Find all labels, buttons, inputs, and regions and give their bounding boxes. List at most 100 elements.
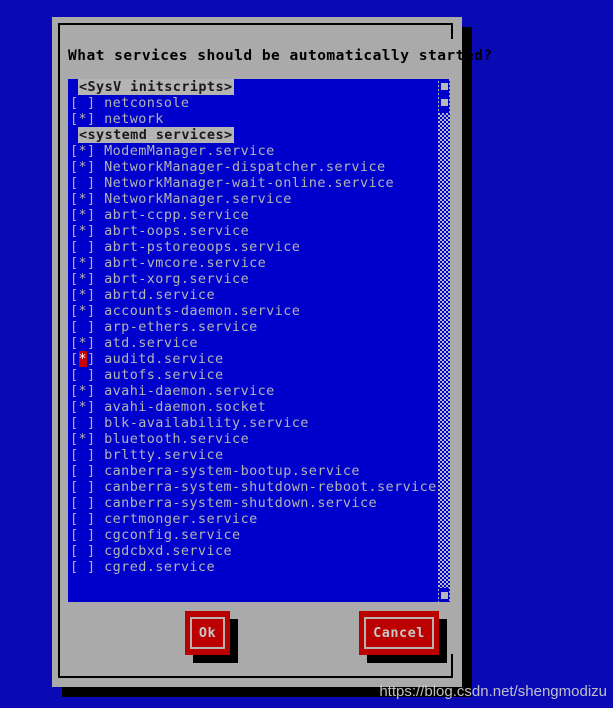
service-list-item[interactable]: [ ] cgdcbxd.service [70, 543, 436, 559]
checkbox-unchecked-icon[interactable]: [ ] [70, 415, 104, 431]
service-list-item[interactable]: [*] avahi-daemon.socket [70, 399, 436, 415]
service-list-item[interactable]: [ ] netconsole [70, 95, 436, 111]
service-name: canberra-system-shutdown-reboot.service [104, 479, 437, 495]
service-list-item[interactable]: [ ] arp-ethers.service [70, 319, 436, 335]
service-list-item[interactable]: [*] NetworkManager.service [70, 191, 436, 207]
service-name: network [104, 111, 164, 127]
checkbox-unchecked-icon[interactable]: [ ] [70, 511, 104, 527]
service-list-item[interactable]: [*] abrtd.service [70, 287, 436, 303]
service-list-item[interactable]: [*] abrt-xorg.service [70, 271, 436, 287]
service-name: NetworkManager-dispatcher.service [104, 159, 386, 175]
checkbox-checked-icon[interactable]: [*] [70, 351, 104, 367]
service-list-item[interactable]: [ ] canberra-system-shutdown.service [70, 495, 436, 511]
scrollbar-down-marker-icon [441, 592, 448, 599]
service-list-item[interactable]: [ ] abrt-pstoreoops.service [70, 239, 436, 255]
service-list-item[interactable]: [ ] cgconfig.service [70, 527, 436, 543]
checkbox-checked-icon[interactable]: [*] [70, 303, 104, 319]
listbox-scrollbar[interactable] [438, 79, 450, 602]
service-list-item[interactable]: [ ] canberra-system-shutdown-reboot.serv… [70, 479, 436, 495]
checkbox-unchecked-icon[interactable]: [ ] [70, 239, 104, 255]
service-name: auditd.service [104, 351, 224, 367]
service-name: abrt-vmcore.service [104, 255, 267, 271]
service-name: NetworkManager-wait-online.service [104, 175, 395, 191]
service-list-item[interactable]: [*] NetworkManager-dispatcher.service [70, 159, 436, 175]
checkbox-checked-icon[interactable]: [*] [70, 143, 104, 159]
service-name: canberra-system-shutdown.service [104, 495, 378, 511]
service-list-item[interactable]: [ ] cgred.service [70, 559, 436, 575]
list-section-header[interactable]: <SysV initscripts> [70, 79, 436, 95]
service-name: abrtd.service [104, 287, 215, 303]
service-list-item[interactable]: [ ] autofs.service [70, 367, 436, 383]
service-list-item[interactable]: [*] atd.service [70, 335, 436, 351]
service-list-item[interactable]: [*] accounts-daemon.service [70, 303, 436, 319]
service-list-item[interactable]: [*] abrt-ccpp.service [70, 207, 436, 223]
dialog-title: What services should be automatically st… [68, 48, 493, 64]
checkbox-checked-icon[interactable]: [*] [70, 191, 104, 207]
checkbox-unchecked-icon[interactable]: [ ] [70, 543, 104, 559]
ok-button[interactable]: Ok [185, 611, 230, 655]
service-list-item[interactable]: [ ] certmonger.service [70, 511, 436, 527]
service-name: ModemManager.service [104, 143, 275, 159]
checkbox-unchecked-icon[interactable]: [ ] [70, 527, 104, 543]
scrollbar-thumb[interactable] [439, 79, 449, 113]
service-name: autofs.service [104, 367, 224, 383]
service-list-item[interactable]: [ ] brltty.service [70, 447, 436, 463]
scrollbar-position-marker-icon [441, 99, 448, 106]
checkbox-unchecked-icon[interactable]: [ ] [70, 95, 104, 111]
checkbox-unchecked-icon[interactable]: [ ] [70, 463, 104, 479]
checkbox-unchecked-icon[interactable]: [ ] [70, 367, 104, 383]
checkbox-checked-icon[interactable]: [*] [70, 223, 104, 239]
checkbox-checked-icon[interactable]: [*] [70, 255, 104, 271]
service-list-item[interactable]: [ ] canberra-system-bootup.service [70, 463, 436, 479]
checkbox-unchecked-icon[interactable]: [ ] [70, 447, 104, 463]
checkbox-checked-icon[interactable]: [*] [70, 383, 104, 399]
checkbox-unchecked-icon[interactable]: [ ] [70, 319, 104, 335]
checkbox-checked-icon[interactable]: [*] [70, 335, 104, 351]
service-list-item[interactable]: [*] network [70, 111, 436, 127]
service-name: avahi-daemon.socket [104, 399, 267, 415]
service-list-item[interactable]: [*] abrt-vmcore.service [70, 255, 436, 271]
service-list-item[interactable]: [*] abrt-oops.service [70, 223, 436, 239]
service-list-item[interactable]: [*] ModemManager.service [70, 143, 436, 159]
desktop-background: What services should be automatically st… [0, 0, 613, 708]
checkbox-unchecked-icon[interactable]: [ ] [70, 479, 104, 495]
service-name: accounts-daemon.service [104, 303, 301, 319]
selection-cursor: * [78, 351, 88, 367]
service-list-item[interactable]: [ ] NetworkManager-wait-online.service [70, 175, 436, 191]
service-name: abrt-ccpp.service [104, 207, 250, 223]
services-list[interactable]: <SysV initscripts>[ ] netconsole [*] netw… [68, 79, 436, 602]
service-name: arp-ethers.service [104, 319, 258, 335]
service-name: abrt-xorg.service [104, 271, 250, 287]
service-name: abrt-pstoreoops.service [104, 239, 301, 255]
scrollbar-bottom-track[interactable] [439, 588, 449, 602]
services-listbox[interactable]: <SysV initscripts>[ ] netconsole [*] netw… [68, 79, 450, 602]
list-section-header-label: <SysV initscripts> [78, 79, 234, 95]
service-name: atd.service [104, 335, 198, 351]
service-list-item[interactable]: [*] bluetooth.service [70, 431, 436, 447]
checkbox-unchecked-icon[interactable]: [ ] [70, 559, 104, 575]
list-section-header-label: <systemd services> [78, 127, 234, 143]
service-name: cgdcbxd.service [104, 543, 233, 559]
service-name: brltty.service [104, 447, 224, 463]
service-selection-dialog: What services should be automatically st… [52, 17, 492, 687]
checkbox-unchecked-icon[interactable]: [ ] [70, 495, 104, 511]
checkbox-checked-icon[interactable]: [*] [70, 399, 104, 415]
watermark: https://blog.csdn.net/shengmodizu [379, 683, 607, 700]
ok-button-label: Ok [190, 617, 225, 649]
checkbox-checked-icon[interactable]: [*] [70, 111, 104, 127]
checkbox-checked-icon[interactable]: [*] [70, 159, 104, 175]
service-name: cgconfig.service [104, 527, 241, 543]
checkbox-checked-icon[interactable]: [*] [70, 431, 104, 447]
checkbox-checked-icon[interactable]: [*] [70, 271, 104, 287]
list-section-header[interactable]: <systemd services> [70, 127, 436, 143]
service-name: certmonger.service [104, 511, 258, 527]
service-name: NetworkManager.service [104, 191, 292, 207]
service-list-item[interactable]: [*] auditd.service [70, 351, 436, 367]
checkbox-unchecked-icon[interactable]: [ ] [70, 175, 104, 191]
checkbox-checked-icon[interactable]: [*] [70, 207, 104, 223]
cancel-button[interactable]: Cancel [359, 611, 439, 655]
service-name: avahi-daemon.service [104, 383, 275, 399]
service-list-item[interactable]: [ ] blk-availability.service [70, 415, 436, 431]
checkbox-checked-icon[interactable]: [*] [70, 287, 104, 303]
service-list-item[interactable]: [*] avahi-daemon.service [70, 383, 436, 399]
